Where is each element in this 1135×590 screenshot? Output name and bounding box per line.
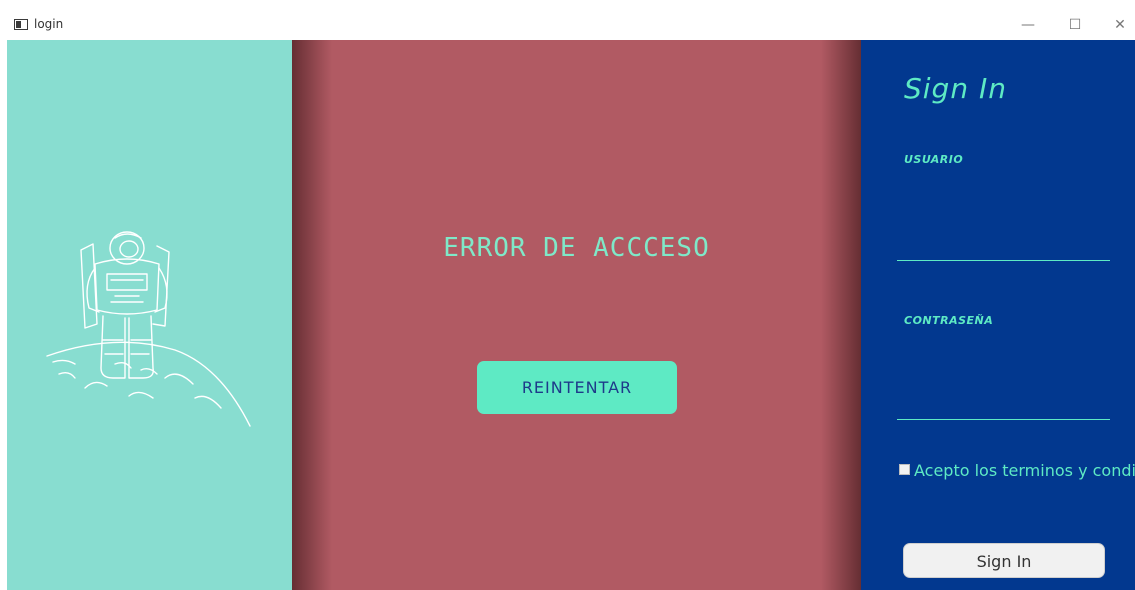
- terms-row: Acepto los terminos y condiciones: [899, 461, 1135, 480]
- minimize-button[interactable]: —: [1013, 13, 1043, 37]
- illustration-panel: [7, 40, 292, 590]
- signin-button[interactable]: Sign In: [903, 543, 1105, 578]
- signin-heading: Sign In: [904, 72, 1007, 105]
- panel-shadow-right: [821, 40, 861, 590]
- username-field[interactable]: [897, 260, 1110, 261]
- close-button[interactable]: ✕: [1105, 13, 1135, 37]
- password-label: CONTRASEÑA: [904, 314, 994, 327]
- terms-checkbox[interactable]: [899, 464, 910, 475]
- maximize-button[interactable]: ☐: [1060, 13, 1090, 37]
- window-title: login: [34, 17, 64, 31]
- password-field[interactable]: [897, 419, 1110, 420]
- error-message: ERROR DE ACCCESO: [443, 233, 710, 263]
- terms-label: Acepto los terminos y condiciones: [914, 461, 1135, 480]
- app-icon: [14, 19, 28, 30]
- error-panel: ERROR DE ACCCESO REINTENTAR: [292, 40, 861, 590]
- astronaut-illustration-icon: [46, 231, 251, 427]
- username-label: USUARIO: [904, 153, 964, 166]
- retry-button[interactable]: REINTENTAR: [477, 361, 677, 414]
- signin-panel: Sign In USUARIO CONTRASEÑA Acepto los te…: [861, 40, 1135, 590]
- panel-shadow-left: [292, 40, 332, 590]
- window-titlebar: login — ☐ ✕: [0, 0, 1135, 40]
